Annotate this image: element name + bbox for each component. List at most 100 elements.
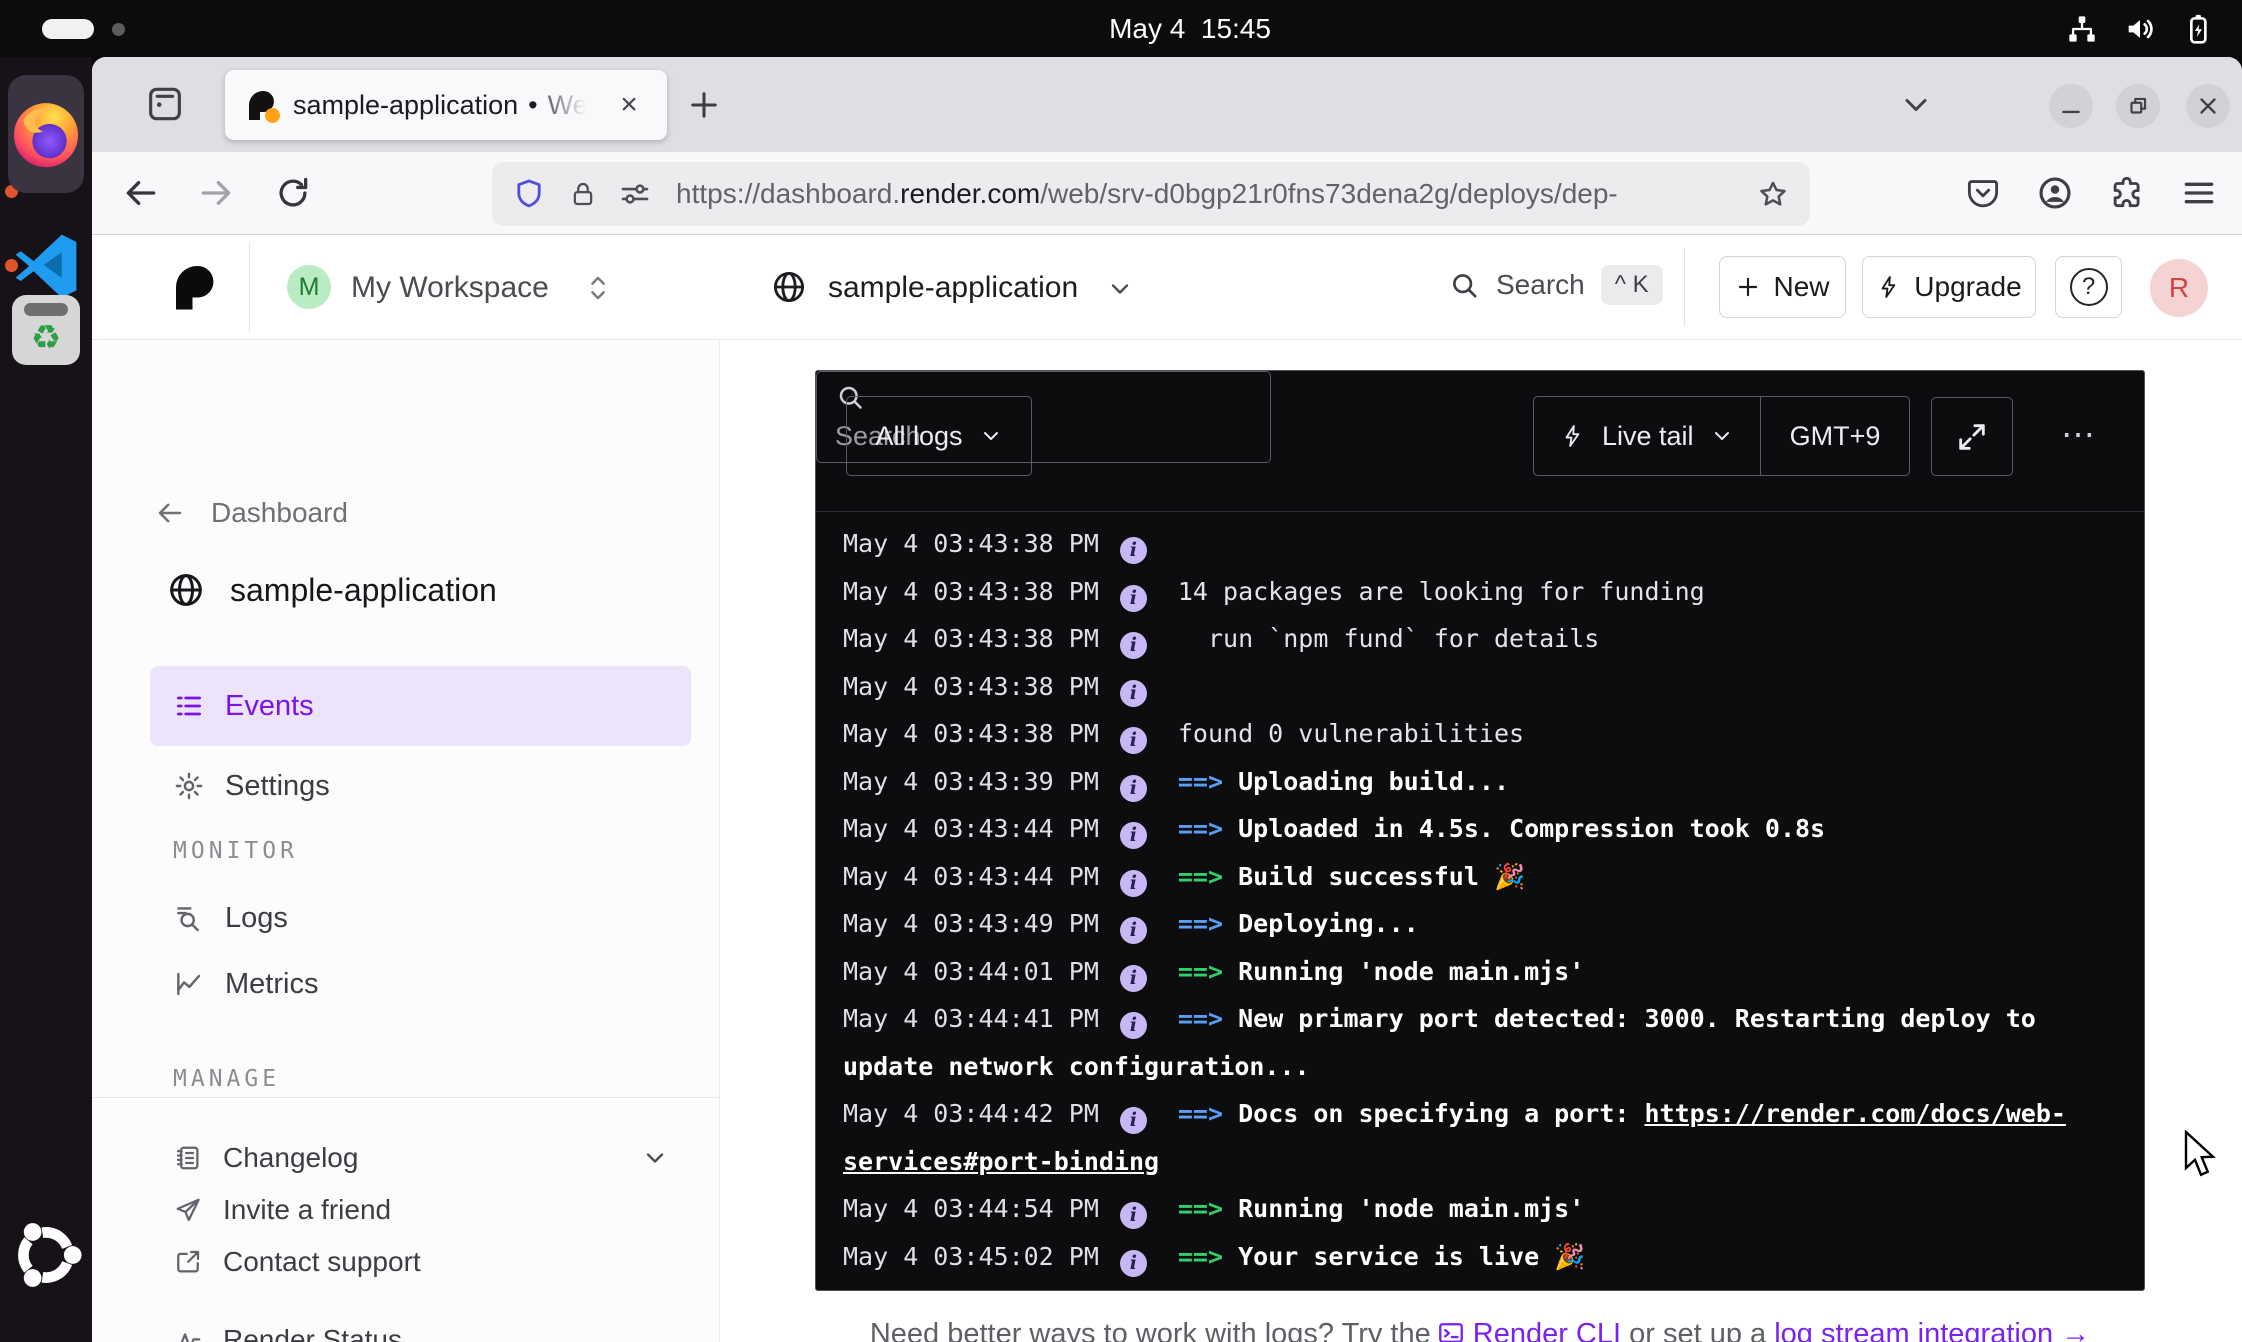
log-message: Deploying... <box>1238 909 1419 938</box>
sidebar-service-name[interactable]: sample-application <box>166 570 497 610</box>
log-stream-integration-link[interactable]: log stream integration → <box>1774 1318 2090 1342</box>
log-message: Running 'node main.mjs' <box>1238 957 1584 986</box>
new-button[interactable]: New <box>1719 256 1846 318</box>
firefox-view-icon[interactable] <box>144 83 186 125</box>
render-cli-link[interactable]: Render CLI <box>1473 1318 1621 1342</box>
log-message: Build successful 🎉 <box>1238 862 1525 891</box>
sidebar-item-contact-support[interactable]: Contact support <box>150 1233 691 1291</box>
chevron-down-icon <box>641 1144 669 1172</box>
upgrade-button[interactable]: Upgrade <box>1862 256 2036 318</box>
log-timestamp: May 4 03:44:42 PM <box>843 1099 1099 1128</box>
permissions-icon[interactable] <box>618 177 652 211</box>
window-close-button[interactable] <box>2186 84 2230 128</box>
info-icon: i <box>1120 632 1147 659</box>
reload-icon[interactable] <box>274 174 312 212</box>
extensions-icon[interactable] <box>2108 174 2146 212</box>
log-row: May 4 03:43:38 PMi <box>843 520 2114 568</box>
log-timestamp: May 4 03:43:44 PM <box>843 814 1099 843</box>
more-options-button[interactable]: ⋯ <box>2061 415 2098 455</box>
log-row: May 4 03:43:38 PMi14 packages are lookin… <box>843 568 2114 616</box>
chevron-down-icon[interactable] <box>1106 275 1134 303</box>
shield-icon[interactable] <box>512 177 546 211</box>
info-icon: i <box>1120 775 1147 802</box>
sidebar-item-metrics[interactable]: Metrics <box>150 952 691 1016</box>
url-input[interactable]: https://dashboard.render.com/web/srv-d0b… <box>492 162 1810 226</box>
tab-title-suffix: We <box>548 90 588 121</box>
log-filter-dropdown[interactable]: All logs <box>846 396 1032 476</box>
restore-icon <box>2125 93 2151 119</box>
global-search-button[interactable]: Search ^ K <box>1448 265 1663 305</box>
log-row: May 4 03:43:44 PMi==> Build successful 🎉 <box>843 853 2114 901</box>
workspace-indicator-pill[interactable] <box>42 19 94 39</box>
expand-logs-button[interactable] <box>1931 397 2013 476</box>
sidebar-item-logs[interactable]: Logs <box>150 886 691 950</box>
pocket-icon[interactable] <box>1964 174 2002 212</box>
log-timestamp: May 4 03:43:49 PM <box>843 909 1099 938</box>
log-row: May 4 03:43:49 PMi==> Deploying... <box>843 900 2114 948</box>
new-tab-button[interactable] <box>686 87 722 123</box>
dock-item-firefox[interactable] <box>8 75 84 193</box>
chevron-down-icon <box>1710 424 1734 448</box>
system-clock[interactable]: May 4 15:45 <box>1050 0 1330 57</box>
workspace-avatar[interactable]: M <box>287 265 331 309</box>
log-row: May 4 03:45:02 PMi==> Your service is li… <box>843 1233 2114 1281</box>
log-arrow: ==> <box>1178 1099 1238 1128</box>
search-label: Search <box>1496 269 1585 301</box>
window-restore-button[interactable] <box>2116 84 2160 128</box>
service-selector[interactable]: sample-application <box>828 271 1078 305</box>
search-icon <box>1448 269 1480 301</box>
sidebar-item-label: Contact support <box>223 1246 421 1278</box>
back-arrow-icon[interactable] <box>122 174 160 212</box>
gear-icon <box>173 770 205 802</box>
help-button[interactable]: ? <box>2055 256 2122 318</box>
window-minimize-button[interactable] <box>2049 84 2093 128</box>
log-timestamp: May 4 03:43:38 PM <box>843 577 1099 606</box>
globe-icon <box>770 268 808 306</box>
log-arrow: ==> <box>1178 862 1238 891</box>
terminal-icon <box>1437 1319 1465 1342</box>
menu-icon[interactable] <box>2180 174 2218 212</box>
sidebar-item-label: Logs <box>225 902 288 935</box>
render-logo-icon[interactable] <box>170 263 218 311</box>
sidebar-back-dashboard[interactable]: Dashboard <box>155 497 348 529</box>
forward-arrow-icon[interactable] <box>197 174 235 212</box>
dock-item-ubuntu[interactable] <box>8 1215 84 1295</box>
sidebar-section-manage: MANAGE <box>173 1066 280 1092</box>
info-icon: i <box>1120 1012 1147 1039</box>
sidebar-item-events[interactable]: Events <box>150 666 691 746</box>
timezone-button[interactable]: GMT+9 <box>1761 421 1909 452</box>
sidebar-item-changelog[interactable]: Changelog <box>150 1129 691 1187</box>
system-tray[interactable] <box>2066 0 2214 57</box>
plus-icon <box>1735 274 1761 300</box>
sidebar-item-invite-a-friend[interactable]: Invite a friend <box>150 1181 691 1239</box>
account-icon[interactable] <box>2036 174 2074 212</box>
info-icon: i <box>1120 1107 1147 1134</box>
browser-tab[interactable]: sample-application • We × <box>225 70 667 140</box>
log-timestamp: May 4 03:45:02 PM <box>843 1242 1099 1271</box>
log-message: Uploaded in 4.5s. Compression took 0.8s <box>1238 814 1825 843</box>
workspace-indicator-dot[interactable] <box>112 23 125 36</box>
log-arrow: ==> <box>1178 814 1238 843</box>
vscode-icon <box>10 229 82 301</box>
tab-title: sample-application <box>293 90 518 121</box>
list-tabs-chevron-icon[interactable] <box>1898 87 1934 123</box>
log-timestamp: May 4 03:44:01 PM <box>843 957 1099 986</box>
dock-item-trash[interactable]: ♻ <box>8 295 84 365</box>
lock-icon[interactable] <box>568 179 598 209</box>
workspace-selector[interactable]: My Workspace <box>351 271 549 305</box>
sidebar-item-label: Invite a friend <box>223 1194 391 1226</box>
sidebar-item-settings[interactable]: Settings <box>150 754 691 818</box>
log-timestamp: May 4 03:43:38 PM <box>843 624 1099 653</box>
log-timestamp: May 4 03:43:38 PM <box>843 672 1099 701</box>
bookmark-star-icon[interactable] <box>1756 177 1790 211</box>
live-tail-button[interactable]: Live tail <box>1534 397 1760 475</box>
user-avatar[interactable]: R <box>2150 259 2208 317</box>
tab-close-button[interactable]: × <box>611 87 647 123</box>
log-message: Your service is live 🎉 <box>1238 1242 1585 1271</box>
chevron-updown-icon[interactable] <box>583 273 613 303</box>
log-message: found 0 vulnerabilities <box>1178 719 1524 748</box>
minimize-icon <box>2058 93 2084 119</box>
log-timestamp: May 4 03:43:38 PM <box>843 529 1099 558</box>
info-icon: i <box>1120 870 1147 897</box>
sidebar-item-render-status[interactable]: Render Status <box>150 1311 691 1342</box>
